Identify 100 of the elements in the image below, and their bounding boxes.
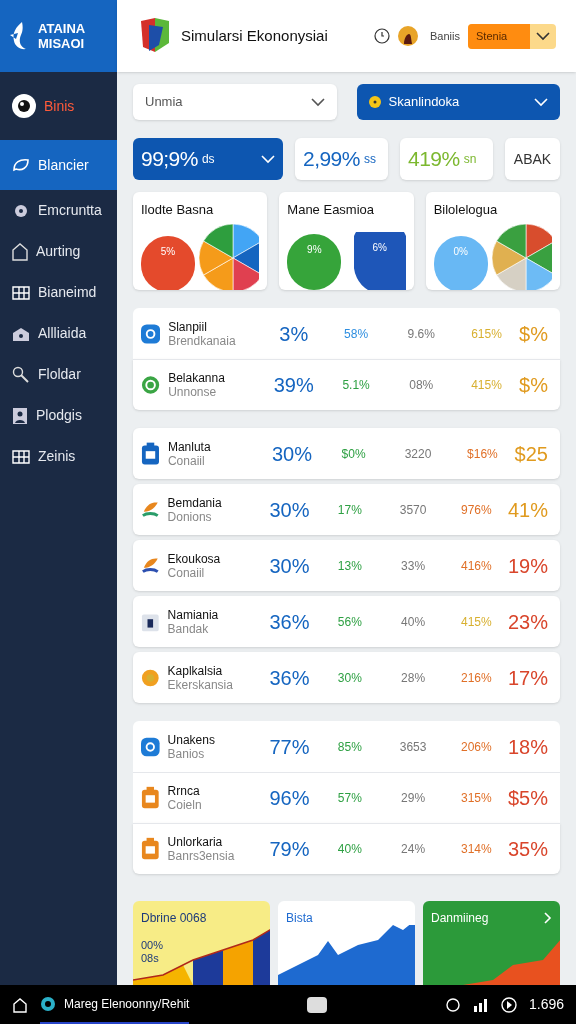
search-icon xyxy=(12,365,30,384)
filter-dropdown[interactable]: Unmia xyxy=(133,84,337,120)
pie-chart-drawing xyxy=(353,232,406,290)
taskbar-app[interactable]: Mareg Elenoonny/Rehit xyxy=(40,985,190,1024)
table-cell-text: 416% xyxy=(460,557,493,575)
sidebar-item[interactable]: Aurting xyxy=(0,231,117,272)
chart-title: Bilolelogua xyxy=(433,201,499,219)
table-cell-text: 58% xyxy=(343,325,370,343)
chart-label: 08s xyxy=(141,952,160,965)
table-cell-text: 976% xyxy=(460,501,493,519)
circle-icon xyxy=(141,375,161,395)
table-cell-text: $25 xyxy=(514,441,549,467)
row-name: Namiania xyxy=(167,607,220,622)
brush-icon xyxy=(141,499,160,520)
sidebar-item[interactable]: Plodgis xyxy=(0,395,117,436)
stat-value: 2,99% xyxy=(303,146,360,173)
play-icon[interactable] xyxy=(500,996,517,1013)
table-cell-text: 17% xyxy=(336,501,363,519)
chevron-down-icon xyxy=(261,154,275,164)
chevron-down-icon xyxy=(536,31,550,41)
table-cell-text: 40% xyxy=(336,841,363,858)
table-cell-text: 33% xyxy=(400,557,427,575)
table-cell-text: $% xyxy=(519,373,549,398)
table-cell-text: 23% xyxy=(507,609,549,635)
row-subtitle: Banrs3ensia xyxy=(167,849,236,863)
sidebar-item[interactable]: Floldar xyxy=(0,354,117,395)
signal-icon[interactable] xyxy=(472,997,489,1012)
row-name: Unakens xyxy=(167,732,216,747)
table-cell-text: 28% xyxy=(400,669,427,687)
house-icon xyxy=(12,242,28,261)
grid-icon xyxy=(12,449,30,464)
table-cell-text: 30% xyxy=(268,553,311,579)
table-cell-text: 36% xyxy=(268,665,311,691)
table-cell-text: 41% xyxy=(507,497,549,523)
select-dropdown[interactable]: Stenia xyxy=(468,23,556,49)
row-name: Unlorkaria xyxy=(167,835,224,849)
chart-title: Mane Easmioa xyxy=(287,201,376,219)
sidebar-item[interactable]: Allliaida xyxy=(0,313,117,354)
chart-title: Bista xyxy=(286,910,313,927)
chart-label: 6% xyxy=(372,241,387,255)
row-subtitle: Coieln xyxy=(167,798,203,812)
table-cell-text: 56% xyxy=(336,613,363,631)
row-name: Slanpiil xyxy=(168,319,208,334)
row-name: Kaplkalsia xyxy=(167,663,224,678)
leaf-icon xyxy=(12,158,30,172)
clock-icon[interactable] xyxy=(374,28,391,44)
stat-tile[interactable]: 99;9% ds xyxy=(133,138,283,180)
row-subtitle: Banios xyxy=(167,746,206,761)
table-cell-text: 314% xyxy=(460,841,493,858)
table-cell-text: 96% xyxy=(268,786,311,811)
table-cell-text: 77% xyxy=(268,734,311,760)
sidebar-item[interactable]: Emcruntta xyxy=(0,190,117,231)
row-name: Belakanna xyxy=(168,371,226,385)
table-cell-text: $5% xyxy=(507,786,549,811)
chevron-right-icon[interactable] xyxy=(544,912,552,924)
table-cell-text: 315% xyxy=(460,790,493,807)
table-cell-text: 3570 xyxy=(398,501,428,519)
row-subtitle: Donions xyxy=(167,509,213,524)
brush-icon xyxy=(141,555,160,576)
dot-icon xyxy=(368,96,381,108)
stat-tile[interactable]: 2,99% ss xyxy=(295,138,388,180)
sidebar-item[interactable]: Blancier xyxy=(0,140,117,190)
abak-button[interactable]: ABAK xyxy=(505,138,560,180)
person-icon xyxy=(12,406,28,425)
filter-dropdown[interactable]: Skanlindoka xyxy=(356,84,560,120)
chevron-down-icon xyxy=(310,97,325,107)
home-icon[interactable] xyxy=(12,996,28,1013)
stat-value: 99;9% xyxy=(141,146,198,173)
table-cell-text: 206% xyxy=(460,738,493,756)
app-title: Simularsi Ekononysiai xyxy=(181,25,328,46)
user-name: Baniis xyxy=(430,28,460,44)
table-cell-text: 35% xyxy=(507,837,549,862)
chart-title: Danmiineg xyxy=(431,910,489,927)
sidebar-item[interactable]: Bianeimd xyxy=(0,272,117,313)
table-cell-text: 18% xyxy=(507,734,549,760)
table-cell-text: 08% xyxy=(408,377,435,394)
jar-icon xyxy=(141,441,160,466)
table-cell-text: 85% xyxy=(336,738,363,756)
table-cell-text: 415% xyxy=(470,377,503,394)
jar-icon xyxy=(141,837,160,861)
chart-title: Ilodte Basna xyxy=(141,201,215,219)
pill-icon[interactable] xyxy=(307,996,328,1013)
home-icon xyxy=(12,326,30,341)
row-subtitle: Brendkanaia xyxy=(168,333,237,348)
clock-text: 1.696 xyxy=(528,995,564,1014)
app-icon xyxy=(40,995,56,1012)
table-cell-text: 39% xyxy=(272,373,315,398)
avatar-icon[interactable] xyxy=(398,26,419,46)
table-cell-text: 24% xyxy=(400,841,427,858)
account-item[interactable]: Binis xyxy=(0,72,117,140)
jar-icon xyxy=(141,786,160,810)
table-cell-text: 415% xyxy=(460,613,493,631)
table-cell-text: 17% xyxy=(507,665,549,691)
chart-title: Dbrine 0068 xyxy=(141,910,207,927)
table-cell-text: 13% xyxy=(336,557,363,575)
chart-label: 9% xyxy=(307,243,322,257)
logo-text: ATAINA xyxy=(38,21,86,36)
sidebar-item[interactable]: Zeinis xyxy=(0,436,117,477)
table-cell-text: 29% xyxy=(400,790,427,807)
table-cell-text: 19% xyxy=(507,553,549,579)
